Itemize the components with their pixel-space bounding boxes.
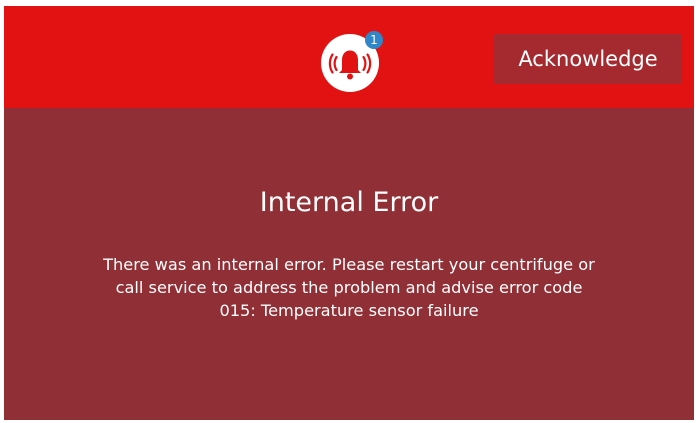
error-message-line: 015: Temperature sensor failure (219, 301, 479, 320)
acknowledge-button[interactable]: Acknowledge (494, 34, 682, 84)
error-message-line: There was an internal error. Please rest… (103, 255, 595, 274)
error-message-line: call service to address the problem and … (115, 278, 583, 297)
alarm-indicator[interactable]: 1 (321, 31, 391, 93)
error-title: Internal Error (259, 187, 439, 218)
notification-badge: 1 (365, 31, 383, 49)
top-bar: 1 Acknowledge (4, 6, 694, 108)
error-message: There was an internal error. Please rest… (69, 253, 629, 322)
error-screen: 1 Acknowledge Internal Error There was a… (4, 6, 694, 420)
